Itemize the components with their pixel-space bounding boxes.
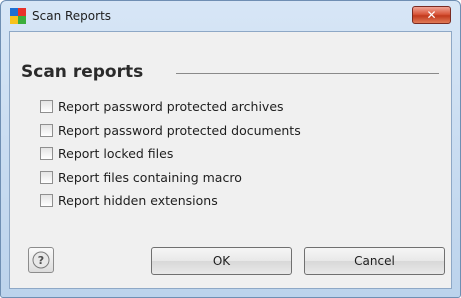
option-label: Report password protected archives <box>58 99 284 115</box>
option-label: Report hidden extensions <box>58 193 218 209</box>
question-mark-icon: ? <box>32 251 50 269</box>
option-label: Report locked files <box>58 146 174 162</box>
window-title: Scan Reports <box>32 9 112 23</box>
option-report-files-containing-macro[interactable]: Report files containing macro <box>40 166 301 190</box>
option-report-locked-files[interactable]: Report locked files <box>40 142 301 166</box>
help-button[interactable]: ? <box>28 247 54 273</box>
section-title: Scan reports <box>21 62 144 82</box>
svg-text:?: ? <box>38 254 44 267</box>
options-list: Report password protected archives Repor… <box>40 95 301 213</box>
checkbox[interactable] <box>40 147 53 161</box>
checkbox[interactable] <box>40 123 53 137</box>
option-report-password-protected-documents[interactable]: Report password protected documents <box>40 119 301 143</box>
checkbox[interactable] <box>40 170 53 184</box>
checkbox[interactable] <box>40 100 53 114</box>
section-divider <box>176 73 439 74</box>
close-icon: ✕ <box>426 8 437 22</box>
close-button[interactable]: ✕ <box>412 6 451 24</box>
checkbox[interactable] <box>40 194 53 208</box>
avg-logo-icon <box>10 8 26 24</box>
option-label: Report password protected documents <box>58 122 301 138</box>
ok-button[interactable]: OK <box>151 247 292 275</box>
option-report-password-protected-archives[interactable]: Report password protected archives <box>40 95 301 119</box>
option-label: Report files containing macro <box>58 169 242 185</box>
title-bar[interactable]: Scan Reports ✕ <box>1 1 460 31</box>
cancel-button[interactable]: Cancel <box>304 247 445 275</box>
option-report-hidden-extensions[interactable]: Report hidden extensions <box>40 189 301 213</box>
